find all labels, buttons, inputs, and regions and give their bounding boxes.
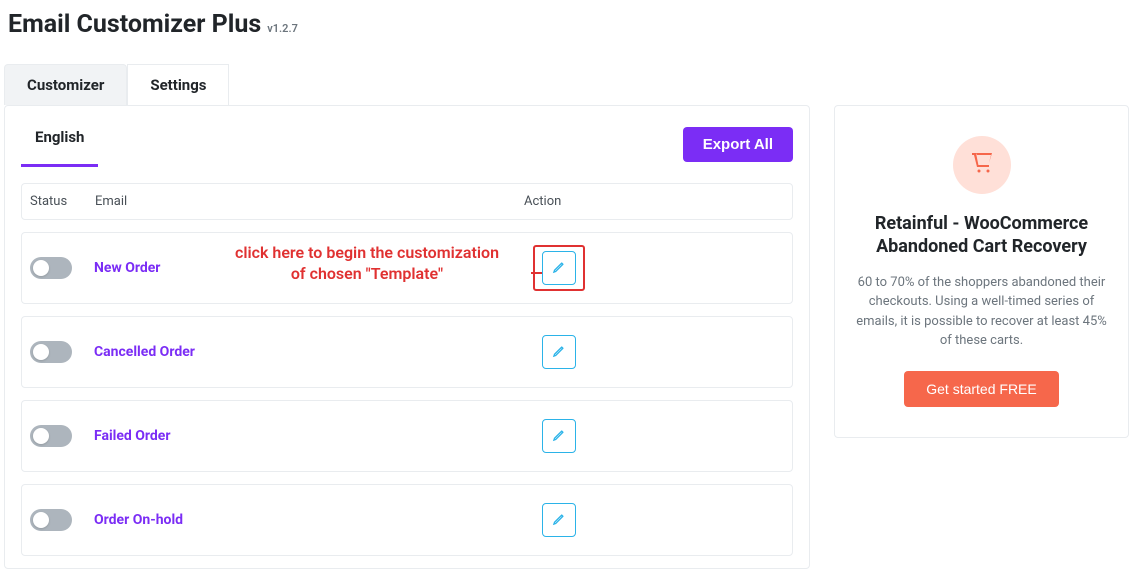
promo-card: Retainful - WooCommerce Abandoned Cart R… [834, 105, 1129, 438]
action-cell [524, 419, 784, 453]
promo-icon-wrap [953, 136, 1011, 194]
language-tabs: English [21, 122, 98, 167]
tab-settings[interactable]: Settings [127, 64, 229, 105]
template-row-order-on-hold: Order On-hold [21, 484, 793, 556]
edit-template-button[interactable] [542, 419, 576, 453]
template-name[interactable]: Order On-hold [94, 512, 524, 528]
col-header-action: Action [524, 194, 784, 209]
status-toggle[interactable] [30, 509, 72, 531]
status-toggle[interactable] [30, 257, 72, 279]
pencil-icon [552, 259, 567, 277]
lang-tab-english[interactable]: English [21, 122, 98, 167]
cart-icon [970, 151, 994, 179]
template-name[interactable]: Failed Order [94, 428, 524, 444]
col-header-status: Status [30, 194, 95, 209]
tab-customizer[interactable]: Customizer [4, 64, 127, 105]
template-row-failed-order: Failed Order [21, 400, 793, 472]
status-toggle[interactable] [30, 425, 72, 447]
export-all-button[interactable]: Export All [683, 127, 793, 162]
pencil-icon [552, 427, 567, 445]
promo-cta-button[interactable]: Get started FREE [904, 371, 1058, 407]
pencil-icon [552, 343, 567, 361]
action-cell [524, 251, 784, 285]
main-tabs: Customizer Settings [4, 64, 1133, 105]
col-header-email: Email [95, 194, 524, 209]
language-row: English Export All [5, 106, 809, 167]
template-name[interactable]: New Order [94, 260, 524, 276]
promo-description: 60 to 70% of the shoppers abandoned thei… [853, 273, 1110, 351]
page-title: Email Customizer Plus [8, 10, 261, 39]
edit-template-button[interactable] [542, 335, 576, 369]
main-panel: English Export All Status Email Action N… [4, 105, 810, 569]
action-cell [524, 503, 784, 537]
table-header: Status Email Action [21, 183, 793, 220]
edit-template-button[interactable] [542, 503, 576, 537]
version-label: v1.2.7 [267, 22, 298, 35]
action-cell [524, 335, 784, 369]
edit-template-button[interactable] [542, 251, 576, 285]
page-header: Email Customizer Plus v1.2.7 [0, 0, 1133, 64]
template-row-cancelled-order: Cancelled Order [21, 316, 793, 388]
pencil-icon [552, 511, 567, 529]
status-toggle[interactable] [30, 341, 72, 363]
template-name[interactable]: Cancelled Order [94, 344, 524, 360]
template-row-new-order: New Order click here to begin the custom… [21, 232, 793, 304]
promo-title: Retainful - WooCommerce Abandoned Cart R… [853, 212, 1110, 259]
